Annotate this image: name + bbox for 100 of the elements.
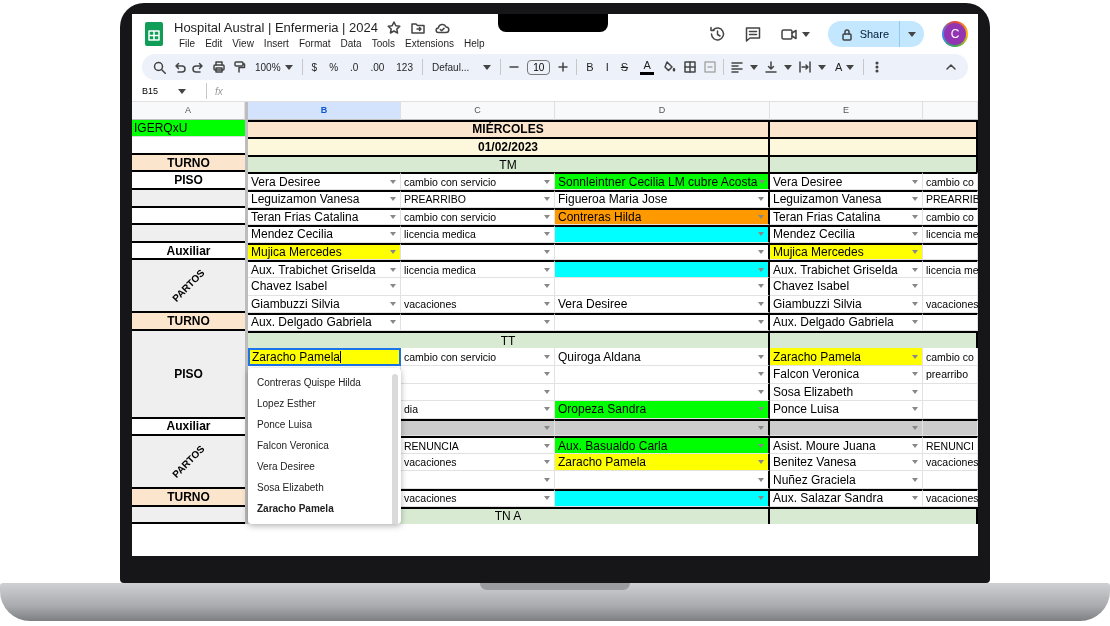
menu-item[interactable]: Tools [366,37,401,49]
dropdown-arrow-icon[interactable] [758,284,764,289]
increase-decimals-button[interactable]: .00 [367,61,388,73]
dropdown-cell[interactable]: Aux. Trabichet Griselda [248,260,401,278]
dropdown-option[interactable]: Contreras Quispe Hilda [248,371,401,393]
dropdown-arrow-icon[interactable] [759,179,766,184]
menu-item[interactable]: Format [293,37,336,49]
dropdown-arrow-icon[interactable] [544,354,550,359]
dropdown-arrow-icon[interactable] [912,179,918,184]
dropdown-cell[interactable]: Quiroga Aldana [555,348,770,366]
dropdown-arrow-icon[interactable] [544,407,550,412]
scrollbar[interactable] [392,373,398,525]
dropdown-arrow-icon[interactable] [758,320,764,325]
column-header[interactable]: A [132,102,245,120]
dropdown-arrow-icon[interactable] [544,284,550,289]
dropdown-arrow-icon[interactable] [912,320,918,325]
column-header[interactable]: B [248,102,401,120]
avatar[interactable]: C [942,21,968,47]
dropdown-arrow-icon[interactable] [758,426,764,430]
paint-format-icon[interactable] [232,60,246,74]
dropdown-arrow-icon[interactable] [544,197,550,202]
share-button[interactable]: Share [827,21,900,47]
menu-item[interactable]: Data [335,37,367,49]
number-format-button[interactable]: 123 [393,61,416,73]
menu-item[interactable]: File [174,37,201,49]
dropdown-cell[interactable]: dia [401,401,555,419]
dropdown-arrow-icon[interactable] [390,179,396,184]
dropdown-cell[interactable]: Vera Desiree [770,172,923,190]
dropdown-arrow-icon[interactable] [912,407,918,412]
dropdown-arrow-icon[interactable] [544,496,550,501]
dropdown-arrow-icon[interactable] [390,320,396,325]
dropdown-arrow-icon[interactable] [544,214,550,219]
dropdown-cell[interactable]: Aux. Basualdo Carla [555,436,770,454]
dropdown-arrow-icon[interactable] [390,267,396,272]
font-size-field[interactable]: 10 [527,59,551,75]
dropdown-arrow-icon[interactable] [544,232,550,237]
dropdown-cell[interactable]: cambio con servicio [401,172,555,190]
dropdown-arrow-icon[interactable] [758,407,764,412]
dropdown-arrow-icon[interactable] [758,443,764,448]
dropdown-arrow-icon[interactable] [390,214,396,219]
dropdown-cell[interactable]: Aux. Delgado Gabriela [248,313,401,331]
decrease-decimals-button[interactable]: .0 [347,61,362,73]
dropdown-arrow-icon[interactable] [912,267,918,272]
dropdown-arrow-icon[interactable] [758,372,764,377]
dropdown-arrow-icon[interactable] [758,267,764,272]
dropdown-cell[interactable]: Mendez Cecilia [248,225,401,243]
dropdown-arrow-icon[interactable] [912,443,918,448]
dropdown-cell[interactable]: Vera Desiree [248,172,401,190]
vertical-align-icon[interactable] [764,60,779,74]
menu-item[interactable]: Edit [200,37,228,49]
dropdown-cell[interactable]: cambio con servicio [401,348,555,366]
dropdown-arrow-icon[interactable] [758,301,764,306]
text-wrap-icon[interactable] [798,60,813,74]
dropdown-arrow-icon[interactable] [912,496,918,501]
dropdown-cell[interactable]: Zaracho Pamela [770,348,923,366]
dropdown-arrow-icon[interactable] [758,197,764,202]
dropdown-arrow-icon[interactable] [912,214,918,219]
dropdown-arrow-icon[interactable] [912,354,918,359]
dropdown-cell[interactable]: Ponce Luisa [770,401,923,419]
dropdown-cell[interactable] [555,313,770,331]
dropdown-arrow-icon[interactable] [912,477,918,482]
dropdown-arrow-icon[interactable] [544,477,550,482]
dropdown-arrow-icon[interactable] [544,389,550,394]
dropdown-arrow-icon[interactable] [758,389,764,394]
dropdown-arrow-icon[interactable] [390,197,396,202]
dropdown-arrow-icon[interactable] [544,320,550,325]
dropdown-cell[interactable]: Nuñez Graciela [770,471,923,490]
dropdown-arrow-icon[interactable] [758,496,764,501]
dropdown-arrow-icon[interactable] [758,354,764,359]
dropdown-option[interactable]: Ponce Luisa [248,413,401,435]
zoom-dropdown[interactable]: 100% [252,61,296,73]
bold-button[interactable]: B [583,61,597,73]
dropdown-arrow-icon[interactable] [390,250,396,255]
plus-icon[interactable] [556,60,571,74]
menu-item[interactable]: Extensions [400,37,459,49]
merge-cells-icon[interactable] [703,60,718,74]
column-header[interactable]: C [401,102,555,120]
dropdown-cell[interactable]: Aux. Salazar Sandra [770,489,923,507]
dropdown-arrow-icon[interactable] [544,250,550,255]
dropdown-cell[interactable]: Aux. Trabichet Griselda [770,260,923,278]
dropdown-arrow-icon[interactable] [912,232,918,237]
column-header[interactable]: D [555,102,770,120]
dropdown-arrow-icon[interactable] [390,232,396,237]
menu-item[interactable]: View [227,37,259,49]
percent-button[interactable]: % [326,61,342,73]
dropdown-arrow-icon[interactable] [544,179,550,184]
column-header[interactable]: E [770,102,923,120]
dropdown-cell[interactable]: licencia medica [401,260,555,278]
italic-button[interactable]: I [602,61,612,73]
dropdown-arrow-icon[interactable] [544,372,550,377]
dropdown-arrow-icon[interactable] [912,426,918,430]
cell-editor[interactable]: Zaracho Pamela [248,348,401,366]
dropdown-option[interactable]: Lopez Esther [248,392,401,414]
dropdown-arrow-icon[interactable] [758,460,764,465]
font-dropdown[interactable]: Defaul... [429,61,495,73]
dropdown-arrow-icon[interactable] [758,250,764,255]
dropdown-cell[interactable] [555,260,770,278]
strikethrough-button[interactable]: S [617,61,632,73]
dropdown-arrow-icon[interactable] [390,301,396,306]
dropdown-arrow-icon[interactable] [544,426,550,430]
